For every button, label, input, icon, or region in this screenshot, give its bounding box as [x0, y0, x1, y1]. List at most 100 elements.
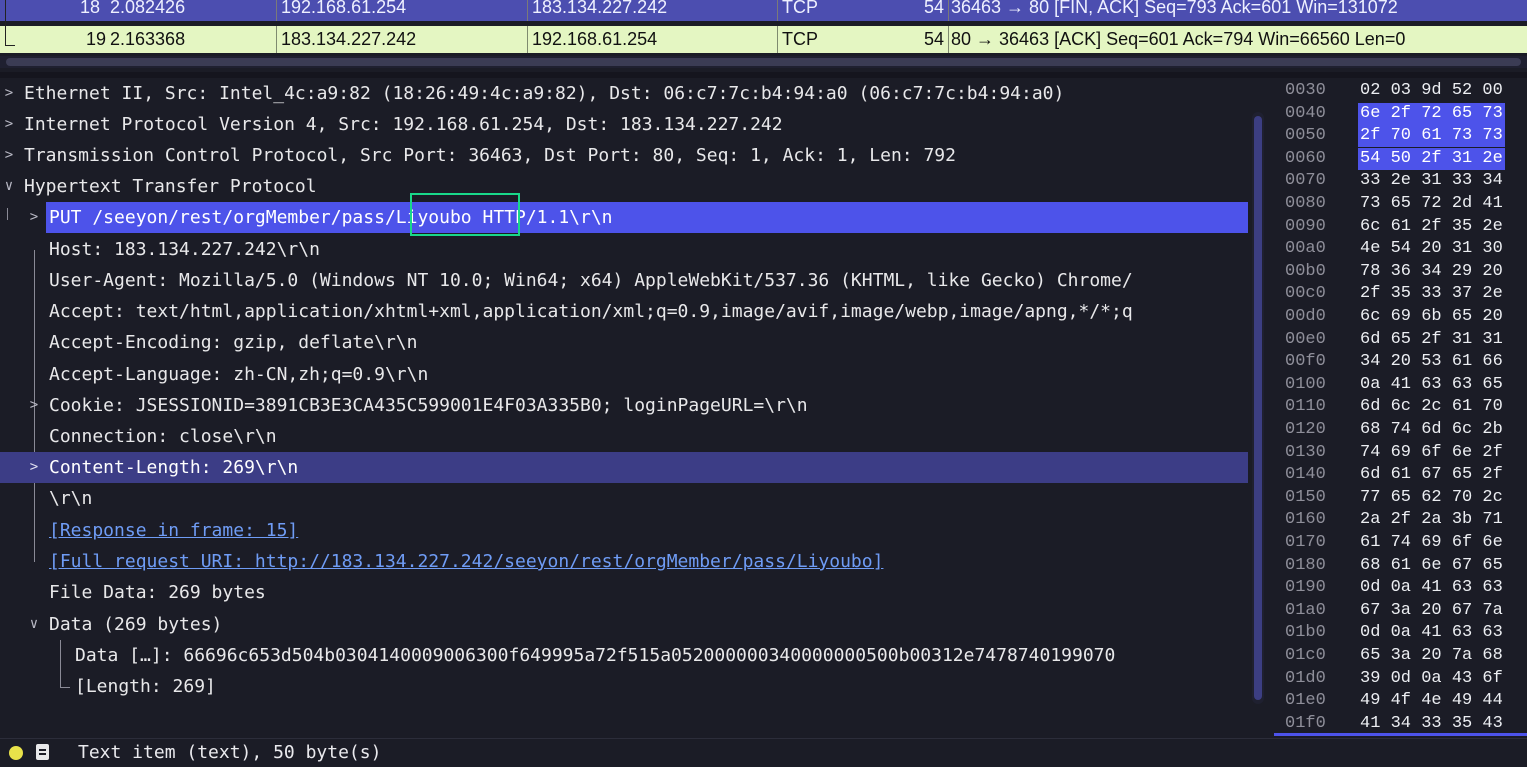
chevron-right-icon[interactable]: > [27, 202, 41, 233]
byte-hex[interactable]: 0a 41 63 63 65 [1358, 374, 1505, 396]
byte-hex[interactable]: 68 61 6e 67 65 [1358, 555, 1505, 577]
chevron-right-icon[interactable]: > [2, 109, 16, 140]
scrollbar-thumb[interactable] [6, 58, 1521, 66]
byte-hex[interactable]: 02 03 9d 52 00 [1358, 80, 1505, 102]
byte-hex[interactable]: 33 2e 31 33 34 [1358, 170, 1505, 192]
byte-hex[interactable]: 65 3a 20 7a 68 [1358, 645, 1505, 667]
byte-row[interactable]: 01e0 49 4f 4e 49 44 [1274, 690, 1527, 712]
byte-hex[interactable]: 2f 70 61 73 73 [1358, 125, 1505, 148]
byte-row[interactable]: 0150 77 65 62 70 2c [1274, 487, 1527, 509]
tree-item-content-length[interactable]: > Content-Length: 269\r\n [0, 452, 1248, 483]
tree-item-crlf[interactable]: \r\n [0, 483, 1248, 514]
byte-offset: 01e0 [1285, 691, 1326, 711]
byte-row[interactable]: 0080 73 65 72 2d 41 [1274, 193, 1527, 215]
byte-row[interactable]: 0060 54 50 2f 31 2e [1274, 147, 1527, 170]
byte-row[interactable]: 0130 74 69 6f 6e 2f [1274, 442, 1527, 464]
tree-item-tcp[interactable]: > Transmission Control Protocol, Src Por… [0, 140, 1248, 171]
byte-hex[interactable]: 54 50 2f 31 2e [1358, 147, 1505, 170]
tree-item-connection[interactable]: Connection: close\r\n [0, 421, 1248, 452]
tree-item-ethernet[interactable]: > Ethernet II, Src: Intel_4c:a9:82 (18:2… [0, 78, 1248, 109]
byte-row[interactable]: 0190 0d 0a 41 63 63 [1274, 577, 1527, 599]
byte-hex[interactable]: 34 20 53 61 66 [1358, 351, 1505, 373]
byte-hex[interactable]: 2f 35 33 37 2e [1358, 283, 1505, 305]
byte-row[interactable]: 0100 0a 41 63 63 65 [1274, 374, 1527, 396]
byte-hex[interactable]: 2a 2f 2a 3b 71 [1358, 509, 1505, 531]
chevron-right-icon[interactable]: > [27, 452, 41, 483]
tree-item-data-value[interactable]: Data […]: 66696c653d504b0304140009006300… [0, 640, 1248, 671]
byte-row[interactable]: 00f0 34 20 53 61 66 [1274, 351, 1527, 373]
packet-list-horizontal-scrollbar[interactable] [0, 56, 1527, 68]
byte-row[interactable]: 0120 68 74 6d 6c 2b [1274, 419, 1527, 441]
byte-hex[interactable]: 49 4f 4e 49 44 [1358, 690, 1505, 712]
status-dot-icon[interactable] [9, 746, 23, 760]
byte-row[interactable]: 01c0 65 3a 20 7a 68 [1274, 645, 1527, 667]
byte-row[interactable]: 00b0 78 36 34 29 20 [1274, 261, 1527, 283]
byte-hex[interactable]: 6c 69 6b 65 20 [1358, 306, 1505, 328]
response-in-frame-link[interactable]: [Response in frame: 15] [49, 515, 298, 546]
byte-hex[interactable]: 67 3a 20 67 7a [1358, 600, 1505, 622]
tree-item-response-in-frame[interactable]: [Response in frame: 15] [0, 515, 1248, 546]
byte-row[interactable]: 0110 6d 6c 2c 61 70 [1274, 396, 1527, 418]
tree-item-file-data[interactable]: File Data: 269 bytes [0, 577, 1248, 608]
tree-item-ipv4[interactable]: > Internet Protocol Version 4, Src: 192.… [0, 109, 1248, 140]
byte-hex[interactable]: 6d 6c 2c 61 70 [1358, 396, 1505, 418]
tree-item-full-request-uri[interactable]: [Full request URI: http://183.134.227.24… [0, 546, 1248, 577]
tree-item-user-agent[interactable]: User-Agent: Mozilla/5.0 (Windows NT 10.0… [0, 265, 1248, 296]
byte-row[interactable]: 0040 6e 2f 72 65 73 [1274, 102, 1527, 125]
byte-hex[interactable]: 78 36 34 29 20 [1358, 261, 1505, 283]
packet-bytes-pane[interactable]: 0030 02 03 9d 52 00 0040 6e 2f 72 65 73 0050… [1274, 78, 1527, 738]
tree-item-host[interactable]: Host: 183.134.227.242\r\n [0, 234, 1248, 265]
tree-item-accept-encoding[interactable]: Accept-Encoding: gzip, deflate\r\n [0, 327, 1248, 358]
tree-item-data-length[interactable]: [Length: 269] [0, 671, 1248, 702]
tree-item-request-line[interactable]: PUT /seeyon/rest/orgMember/pass/Liyoubo … [46, 202, 1248, 233]
edit-comment-icon[interactable] [36, 744, 49, 760]
byte-hex[interactable]: 39 0d 0a 43 6f [1358, 668, 1505, 690]
byte-row[interactable]: 01d0 39 0d 0a 43 6f [1274, 668, 1527, 690]
tree-item-http[interactable]: ∨ Hypertext Transfer Protocol [0, 171, 1248, 202]
byte-hex[interactable]: 6d 65 2f 31 31 [1358, 329, 1505, 351]
byte-hex[interactable]: 0d 0a 41 63 63 [1358, 577, 1505, 599]
tree-item-data[interactable]: ∨ Data (269 bytes) [0, 609, 1248, 640]
byte-row[interactable]: 00e0 6d 65 2f 31 31 [1274, 329, 1527, 351]
byte-row[interactable]: 0140 6d 61 67 65 2f [1274, 464, 1527, 486]
byte-hex[interactable]: 68 74 6d 6c 2b [1358, 419, 1505, 441]
byte-row[interactable]: 01b0 0d 0a 41 63 63 [1274, 622, 1527, 644]
packet-row[interactable]: 18 2.082426 192.168.61.254 183.134.227.2… [0, 0, 1527, 21]
byte-row[interactable]: 0070 33 2e 31 33 34 [1274, 170, 1527, 192]
byte-row[interactable]: 00a0 4e 54 20 31 30 [1274, 238, 1527, 260]
details-vertical-scrollbar[interactable] [1252, 112, 1264, 704]
byte-row[interactable]: 0090 6c 61 2f 35 2e [1274, 216, 1527, 238]
byte-hex[interactable]: 41 34 33 35 43 [1358, 713, 1505, 735]
byte-row[interactable]: 00c0 2f 35 33 37 2e [1274, 283, 1527, 305]
tree-item-cookie[interactable]: > Cookie: JSESSIONID=3891CB3E3CA435C5990… [0, 390, 1248, 421]
chevron-down-icon[interactable]: ∨ [2, 171, 16, 202]
byte-row[interactable]: 01a0 67 3a 20 67 7a [1274, 600, 1527, 622]
tree-item-accept[interactable]: Accept: text/html,application/xhtml+xml,… [0, 296, 1248, 327]
scrollbar-thumb[interactable] [1254, 116, 1262, 700]
byte-row[interactable]: 0030 02 03 9d 52 00 [1274, 80, 1527, 102]
chevron-right-icon[interactable]: > [2, 78, 16, 109]
byte-hex[interactable]: 4e 54 20 31 30 [1358, 238, 1505, 260]
byte-hex[interactable]: 6c 61 2f 35 2e [1358, 216, 1505, 238]
byte-row[interactable]: 0170 61 74 69 6f 6e [1274, 532, 1527, 554]
byte-hex[interactable]: 77 65 62 70 2c [1358, 487, 1505, 509]
chevron-right-icon[interactable]: > [2, 140, 16, 171]
tree-item-accept-language[interactable]: Accept-Language: zh-CN,zh;q=0.9\r\n [0, 359, 1248, 390]
chevron-down-icon[interactable]: ∨ [27, 609, 41, 640]
byte-row[interactable]: 0160 2a 2f 2a 3b 71 [1274, 509, 1527, 531]
byte-hex[interactable]: 6e 2f 72 65 73 [1358, 102, 1505, 125]
byte-hex[interactable]: 0d 0a 41 63 63 [1358, 622, 1505, 644]
full-request-uri-link[interactable]: [Full request URI: http://183.134.227.24… [49, 546, 883, 577]
byte-row[interactable]: 0180 68 61 6e 67 65 [1274, 555, 1527, 577]
byte-row[interactable]: 0050 2f 70 61 73 73 [1274, 125, 1527, 148]
tree-item-label: Accept-Encoding: gzip, deflate\r\n [49, 332, 418, 353]
byte-row[interactable]: 00d0 6c 69 6b 65 20 [1274, 306, 1527, 328]
byte-hex[interactable]: 74 69 6f 6e 2f [1358, 442, 1505, 464]
byte-row[interactable]: 01f0 41 34 33 35 43 [1274, 713, 1527, 735]
chevron-right-icon[interactable]: > [27, 390, 41, 421]
byte-hex[interactable]: 61 74 69 6f 6e [1358, 532, 1505, 554]
packet-row[interactable]: 19 2.163368 183.134.227.242 192.168.61.2… [0, 26, 1527, 53]
byte-hex[interactable]: 73 65 72 2d 41 [1358, 193, 1505, 215]
packet-list: 18 2.082426 192.168.61.254 183.134.227.2… [0, 0, 1527, 54]
byte-hex[interactable]: 6d 61 67 65 2f [1358, 464, 1505, 486]
